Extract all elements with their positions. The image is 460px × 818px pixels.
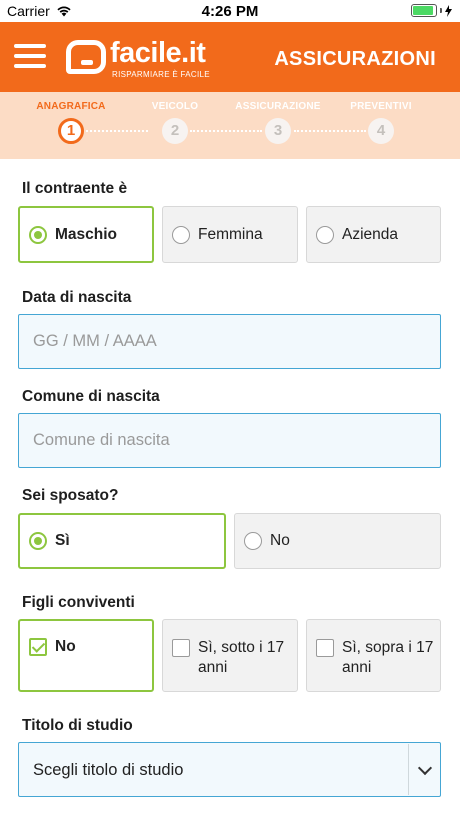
logo-tagline: RISPARMIARE È FACILE	[112, 70, 210, 79]
step-veicolo: VEICOLO 2	[120, 101, 230, 144]
option-no[interactable]: No	[234, 513, 441, 569]
option-azienda[interactable]: Azienda	[306, 206, 441, 263]
chevron-down-icon	[417, 760, 433, 776]
step-label: PREVENTIVI	[350, 101, 412, 112]
charging-icon	[445, 4, 452, 17]
step-number: 4	[368, 118, 394, 144]
checkbox-icon	[29, 638, 47, 656]
radio-icon	[29, 532, 47, 550]
education-select[interactable]: Scegli titolo di studio	[18, 742, 441, 797]
page-title: ASSICURAZIONI	[274, 48, 436, 70]
option-femmina[interactable]: Femmina	[162, 206, 298, 263]
contraente-label: Il contraente è	[22, 180, 128, 197]
facile-logo[interactable]: facile.it RISPARMIARE È FACILE	[66, 36, 216, 80]
radio-icon	[172, 225, 190, 244]
checkbox-icon	[172, 639, 190, 657]
option-label: Maschio	[55, 225, 118, 243]
select-value: Scegli titolo di studio	[33, 761, 184, 779]
progress-stepper: ANAGRAFICA 1 VEICOLO 2 ASSICURAZIONE 3 P…	[0, 92, 460, 159]
option-label: No	[55, 638, 76, 655]
data-nascita-label: Data di nascita	[22, 289, 132, 306]
option-si[interactable]: Sì	[18, 513, 226, 569]
figli-label: Figli conviventi	[22, 594, 135, 611]
birth-date-input[interactable]	[18, 314, 441, 369]
radio-icon	[244, 532, 262, 550]
facile-logo-icon	[66, 40, 106, 74]
birth-city-input[interactable]	[18, 413, 441, 468]
clock: 4:26 PM	[201, 3, 259, 20]
battery-indicator	[411, 4, 452, 17]
step-assicurazione: ASSICURAZIONE 3	[223, 101, 333, 144]
step-number: 3	[265, 118, 291, 144]
option-label: Azienda	[342, 225, 399, 243]
app-header: facile.it RISPARMIARE È FACILE ASSICURAZ…	[0, 22, 460, 92]
option-figli-no[interactable]: No	[18, 619, 154, 692]
option-maschio[interactable]: Maschio	[18, 206, 154, 263]
option-label: Sì, sopra i 17 anni	[342, 639, 434, 676]
option-figli-sopra-17[interactable]: Sì, sopra i 17 anni	[306, 619, 441, 692]
status-bar: Carrier 4:26 PM	[0, 0, 460, 22]
option-label: Femmina	[198, 225, 263, 243]
step-label: ANAGRAFICA	[36, 101, 106, 112]
comune-nascita-label: Comune di nascita	[22, 388, 160, 405]
step-number: 2	[162, 118, 188, 144]
option-label: Sì, sotto i 17 anni	[198, 639, 285, 676]
radio-icon	[29, 225, 47, 244]
step-number: 1	[58, 118, 84, 144]
option-label: No	[270, 532, 290, 549]
logo-text: facile.it	[110, 37, 206, 69]
step-label: VEICOLO	[151, 101, 199, 112]
option-figli-sotto-17[interactable]: Sì, sotto i 17 anni	[162, 619, 298, 692]
step-anagrafica[interactable]: ANAGRAFICA 1	[16, 101, 126, 144]
sposato-label: Sei sposato?	[22, 487, 119, 504]
radio-icon	[316, 225, 334, 244]
option-label: Sì	[55, 532, 70, 549]
checkbox-icon	[316, 639, 334, 657]
titolo-studio-label: Titolo di studio	[22, 717, 133, 734]
step-preventivi: PREVENTIVI 4	[326, 101, 436, 144]
battery-icon	[411, 4, 437, 17]
step-label: ASSICURAZIONE	[235, 101, 321, 112]
menu-icon[interactable]	[14, 41, 46, 71]
